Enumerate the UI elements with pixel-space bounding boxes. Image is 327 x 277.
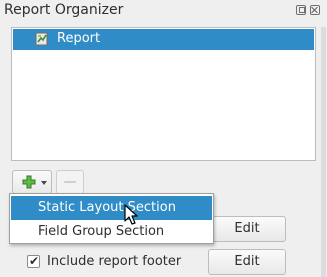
menu-item-label: Static Layout Section <box>38 200 176 215</box>
tree-item-label: Report <box>57 31 101 46</box>
edit-footer-button[interactable]: Edit <box>208 249 286 275</box>
report-tree[interactable]: Report <box>11 27 316 161</box>
add-section-menu: Static Layout Section Field Group Sectio… <box>9 193 214 244</box>
checkmark-icon: ✔ <box>29 254 40 268</box>
tree-item-report[interactable]: Report <box>13 29 314 50</box>
panel-title: Report Organizer <box>4 2 124 18</box>
plus-icon <box>22 175 36 189</box>
float-panel-icon[interactable] <box>296 5 306 15</box>
report-layout-icon <box>35 32 48 46</box>
menu-item-static-layout-section[interactable]: Static Layout Section <box>11 196 212 220</box>
include-footer-label: Include report footer <box>47 254 182 269</box>
menu-item-field-group-section[interactable]: Field Group Section <box>11 220 212 244</box>
panel-scrollbar[interactable] <box>321 27 326 277</box>
mouse-pointer-icon <box>124 204 138 225</box>
panel-titlebar: Report Organizer <box>0 0 327 24</box>
minus-icon <box>64 181 76 183</box>
chevron-down-icon <box>41 181 47 185</box>
edit-header-button[interactable]: Edit <box>208 216 286 242</box>
remove-section-button[interactable] <box>56 170 84 194</box>
menu-item-label: Field Group Section <box>38 224 165 239</box>
close-panel-icon[interactable] <box>310 5 320 15</box>
report-organizer-panel: Report Organizer Report Edit ✔ Include r… <box>0 0 327 277</box>
include-footer-checkbox[interactable]: ✔ <box>27 254 40 268</box>
add-section-button[interactable] <box>12 170 52 194</box>
